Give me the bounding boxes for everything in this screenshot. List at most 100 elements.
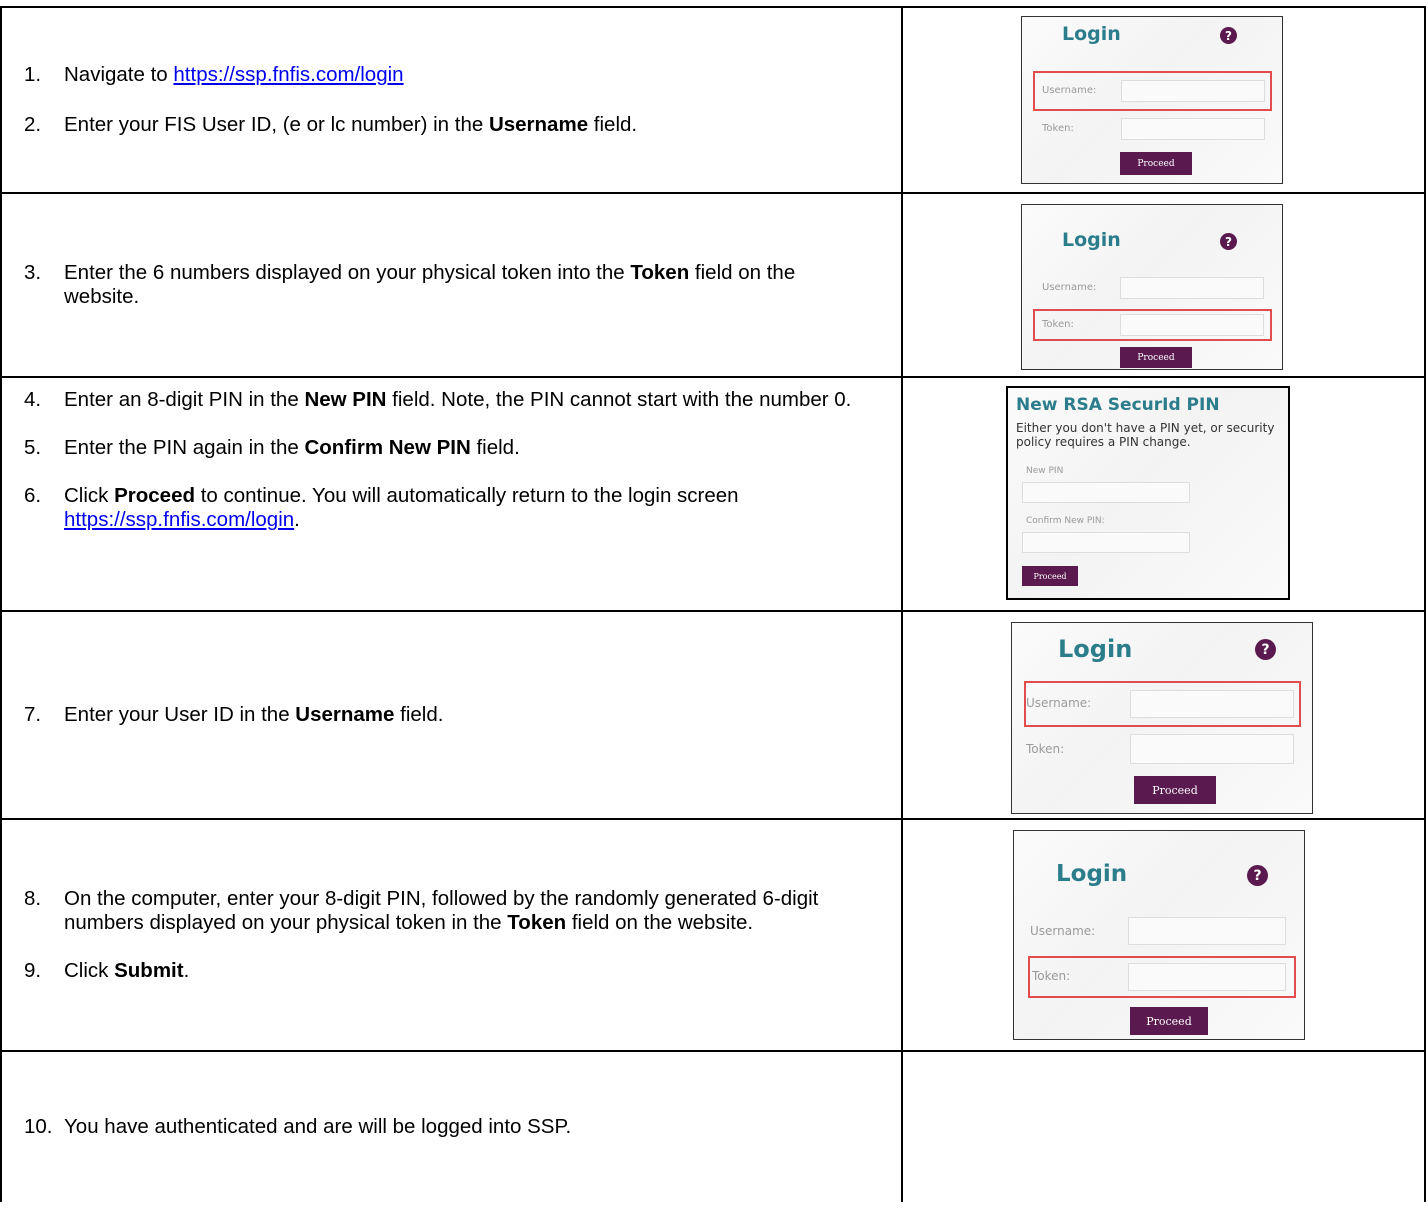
instructions-cell: 3. Enter the 6 numbers displayed on your… — [2, 194, 903, 376]
pin-title: New RSA SecurId PIN — [1016, 395, 1220, 415]
login-screenshot: Login ? Username: Token: Proceed — [1021, 204, 1283, 370]
step-text: Navigate to — [64, 63, 174, 86]
step-8: 8. On the computer, enter your 8-digit P… — [24, 887, 871, 935]
step-text: field. — [470, 436, 520, 459]
token-label: Token: — [1042, 319, 1074, 330]
screenshot-cell: Login ? Username: Token: Proceed — [903, 820, 1424, 1050]
help-icon[interactable]: ? — [1220, 27, 1237, 44]
login-title: Login — [1058, 635, 1133, 663]
screenshot-cell: New RSA SecurId PIN Either you don't hav… — [903, 378, 1424, 610]
login-title: Login — [1056, 861, 1128, 887]
proceed-button[interactable]: Proceed — [1120, 347, 1192, 368]
step-text: to continue. You will automatically retu… — [195, 484, 739, 507]
table-row: 8. On the computer, enter your 8-digit P… — [2, 820, 1424, 1052]
username-label: Username: — [1030, 924, 1096, 938]
login-url-link[interactable]: https://ssp.fnfis.com/login — [173, 63, 403, 86]
step-bold-term: New PIN — [304, 388, 387, 411]
step-bold-term: Token — [507, 911, 567, 934]
step-1: 1. Navigate to https://ssp.fnfis.com/log… — [24, 63, 871, 87]
token-field[interactable] — [1128, 963, 1286, 991]
instructions-cell: 7. Enter your User ID in the Username fi… — [2, 612, 903, 818]
step-number: 7. — [24, 703, 42, 726]
step-6: 6. Click Proceed to continue. You will a… — [24, 484, 871, 532]
step-5: 5. Enter the PIN again in the Confirm Ne… — [24, 436, 871, 460]
step-text: . — [294, 508, 300, 531]
step-text: Enter your User ID in the — [64, 703, 296, 726]
step-9: 9. Click Submit. — [24, 959, 871, 983]
token-label: Token: — [1026, 742, 1065, 756]
proceed-button[interactable]: Proceed — [1130, 1007, 1208, 1035]
token-label: Token: — [1042, 123, 1074, 134]
step-bold-term: Submit — [114, 959, 184, 982]
proceed-button[interactable]: Proceed — [1134, 776, 1216, 804]
table-row: 4. Enter an 8-digit PIN in the New PIN f… — [2, 378, 1424, 612]
step-bold-term: Username — [295, 703, 395, 726]
proceed-button[interactable]: Proceed — [1022, 566, 1078, 586]
step-text: . — [183, 959, 190, 982]
username-field[interactable] — [1121, 80, 1265, 102]
step-text: field. — [588, 113, 638, 136]
proceed-button[interactable]: Proceed — [1120, 152, 1192, 175]
table-row: 3. Enter the 6 numbers displayed on your… — [2, 194, 1424, 378]
step-4: 4. Enter an 8-digit PIN in the New PIN f… — [24, 388, 871, 412]
instructions-cell: 1. Navigate to https://ssp.fnfis.com/log… — [2, 8, 903, 192]
screenshot-cell: Login ? Username: Token: Proceed — [903, 194, 1424, 376]
token-field[interactable] — [1120, 314, 1264, 336]
pin-description: Either you don't have a PIN yet, or secu… — [1016, 421, 1275, 449]
confirm-pin-field[interactable] — [1022, 532, 1190, 553]
token-field[interactable] — [1130, 734, 1294, 764]
login-screenshot: Login ? Username: Token: Proceed — [1021, 16, 1283, 184]
step-text: Click — [64, 484, 115, 507]
step-number: 2. — [24, 113, 42, 136]
table-row: 10. You have authenticated and are will … — [2, 1052, 1424, 1202]
step-text: Enter the PIN again in the — [64, 436, 305, 459]
login-screenshot: Login ? Username: Token: Proceed — [1013, 830, 1305, 1040]
login-url-link[interactable]: https://ssp.fnfis.com/login — [64, 508, 294, 531]
token-label: Token: — [1032, 969, 1071, 983]
table-row: 7. Enter your User ID in the Username fi… — [2, 612, 1424, 820]
step-text: field. Note, the PIN cannot start with t… — [386, 388, 852, 411]
new-pin-field[interactable] — [1022, 482, 1190, 503]
token-field[interactable] — [1121, 118, 1265, 140]
step-bold-term: Token — [630, 261, 690, 284]
username-label: Username: — [1042, 282, 1097, 293]
instructions-cell: 4. Enter an 8-digit PIN in the New PIN f… — [2, 378, 903, 610]
login-title: Login — [1062, 23, 1121, 45]
step-number: 6. — [24, 484, 42, 507]
username-label: Username: — [1026, 696, 1092, 710]
step-10: 10. You have authenticated and are will … — [24, 1115, 871, 1139]
step-bold-term: Proceed — [114, 484, 196, 507]
step-number: 1. — [24, 63, 42, 86]
step-3: 3. Enter the 6 numbers displayed on your… — [24, 261, 871, 309]
step-number: 5. — [24, 436, 42, 459]
confirm-pin-label: Confirm New PIN: — [1026, 516, 1105, 526]
step-7: 7. Enter your User ID in the Username fi… — [24, 703, 871, 727]
login-title: Login — [1062, 229, 1121, 251]
step-2: 2. Enter your FIS User ID, (e or lc numb… — [24, 113, 871, 137]
step-text: field on the website. — [566, 911, 754, 934]
table-row: 1. Navigate to https://ssp.fnfis.com/log… — [2, 8, 1424, 194]
instructions-cell: 10. You have authenticated and are will … — [2, 1052, 903, 1202]
step-text: You have authenticated and are will be l… — [64, 1115, 572, 1138]
step-text: field. — [394, 703, 444, 726]
instruction-table: 1. Navigate to https://ssp.fnfis.com/log… — [0, 6, 1426, 1202]
screenshot-cell: Login ? Username: Token: Proceed — [903, 8, 1424, 192]
help-icon[interactable]: ? — [1255, 639, 1276, 660]
username-label: Username: — [1042, 85, 1097, 96]
new-pin-screenshot: New RSA SecurId PIN Either you don't hav… — [1006, 386, 1290, 600]
step-bold-term: Username — [488, 113, 589, 136]
help-icon[interactable]: ? — [1220, 233, 1237, 250]
step-number: 10. — [24, 1115, 53, 1138]
screenshot-cell — [903, 1052, 1424, 1202]
screenshot-cell: Login ? Username: Token: Proceed — [903, 612, 1424, 818]
username-field[interactable] — [1128, 917, 1286, 945]
step-number: 9. — [24, 959, 42, 982]
step-number: 4. — [24, 388, 42, 411]
step-bold-term: Confirm New PIN — [304, 436, 471, 459]
username-field[interactable] — [1130, 690, 1294, 718]
step-text: Click — [64, 959, 115, 982]
step-text: Enter your FIS User ID, (e or lc number)… — [64, 113, 489, 136]
step-text: Enter an 8-digit PIN in the — [64, 388, 305, 411]
help-icon[interactable]: ? — [1247, 865, 1268, 886]
username-field[interactable] — [1120, 277, 1264, 299]
